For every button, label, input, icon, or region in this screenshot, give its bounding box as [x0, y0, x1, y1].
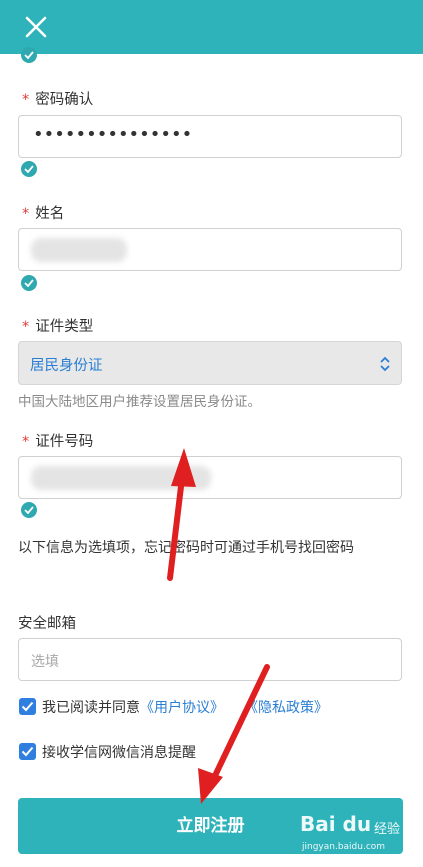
watermark-brand: Bai du: [300, 812, 372, 836]
agreement-checkbox[interactable]: [19, 698, 36, 715]
id-type-label: * 证件类型: [22, 315, 93, 336]
required-mark: *: [22, 206, 30, 222]
id-type-hint: 中国大陆地区用户推荐设置居民身份证。: [18, 394, 261, 410]
name-label-text: 姓名: [35, 206, 65, 222]
confirm-password-label: * 密码确认: [22, 88, 93, 109]
id-number-label-text: 证件号码: [35, 434, 94, 450]
required-mark: *: [22, 319, 30, 335]
name-valid-icon: [21, 275, 37, 291]
chevron-up-down-icon: [380, 356, 390, 372]
close-icon[interactable]: [22, 13, 50, 41]
watermark-domain: jingyan.baidu.com: [302, 842, 386, 852]
id-number-field[interactable]: [18, 456, 402, 499]
redacted-id-number: [31, 466, 211, 490]
email-placeholder: 选填: [31, 654, 59, 670]
email-label: 安全邮箱: [18, 612, 76, 633]
id-type-selected-value: 居民身份证: [30, 358, 103, 374]
id-type-label-text: 证件类型: [35, 319, 94, 335]
watermark-sub: 经验: [374, 822, 401, 837]
name-field[interactable]: [18, 228, 402, 271]
optional-info-notice: 以下信息为选填项，忘记密码时可通过手机号找回密码: [18, 540, 354, 556]
privacy-policy-link[interactable]: 《隐私政策》: [244, 700, 328, 716]
confirm-password-valid-icon: [21, 161, 37, 177]
id-number-valid-icon: [21, 502, 37, 518]
arrow-down-annotation: [198, 664, 270, 804]
wechat-notify-text: 接收学信网微信消息提醒: [42, 745, 196, 761]
email-field[interactable]: 选填: [18, 638, 402, 681]
wechat-notify-checkbox[interactable]: [19, 743, 36, 760]
valid-check-icon: [21, 47, 37, 63]
agreement-text: 我已阅读并同意《用户协议》 《隐私政策》: [42, 697, 328, 717]
required-mark: *: [22, 92, 30, 108]
top-bar: [0, 0, 423, 54]
agreement-prefix: 我已阅读并同意: [42, 700, 140, 716]
user-agreement-link[interactable]: 《用户协议》: [140, 700, 224, 716]
id-type-select[interactable]: 居民身份证: [18, 341, 402, 385]
name-label: * 姓名: [22, 202, 64, 223]
confirm-password-field[interactable]: •••••••••••••••: [18, 115, 402, 158]
baidu-watermark: Bai du 经验 jingyan.baidu.com: [300, 812, 418, 862]
confirm-password-value: •••••••••••••••: [33, 124, 193, 145]
required-mark: *: [22, 434, 30, 450]
email-label-text: 安全邮箱: [18, 616, 76, 632]
confirm-password-label-text: 密码确认: [35, 92, 94, 108]
id-number-label: * 证件号码: [22, 430, 93, 451]
redacted-name: [31, 238, 127, 262]
